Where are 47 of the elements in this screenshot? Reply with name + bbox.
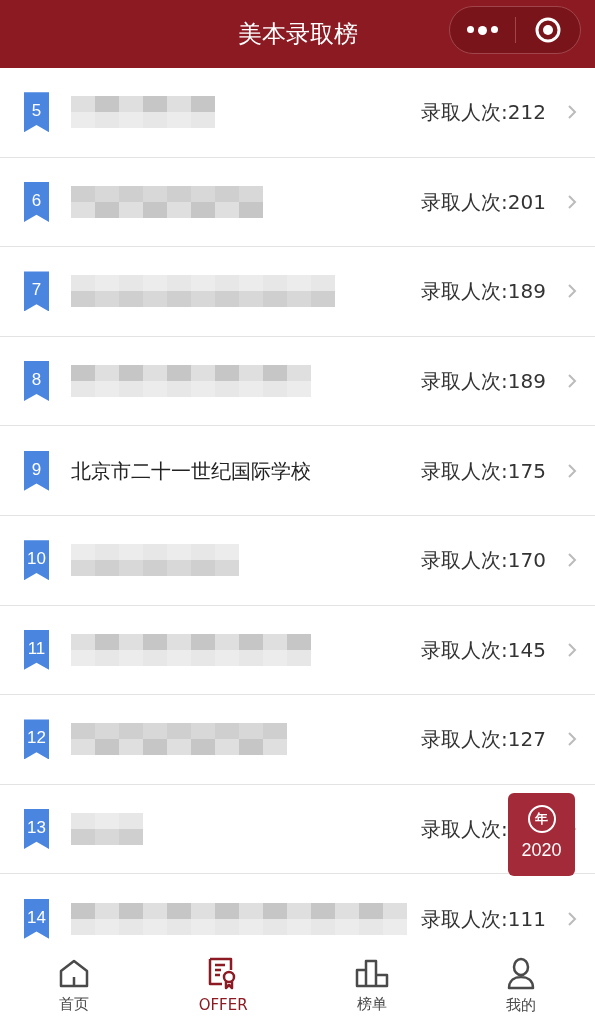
- chevron-right-icon: [567, 193, 577, 210]
- chevron-right-icon: [567, 104, 577, 121]
- chevron-right-icon: [567, 373, 577, 390]
- chevron-right-icon: [567, 552, 577, 569]
- rank-ribbon: 10: [24, 540, 49, 581]
- ranking-row[interactable]: 12 录取人次:127: [0, 695, 595, 785]
- admission-count: 录取人次:: [421, 816, 508, 844]
- chevron-right-icon: [567, 283, 577, 300]
- admission-count: 录取人次:189: [421, 368, 546, 396]
- ranking-row[interactable]: 7 录取人次:189: [0, 247, 595, 337]
- admission-count: 录取人次:175: [421, 457, 546, 485]
- tab[interactable]: 我的: [446, 955, 595, 1017]
- admission-count: 录取人次:170: [421, 547, 546, 575]
- rank-ribbon: 6: [24, 181, 49, 222]
- admission-count: 录取人次:201: [421, 188, 546, 216]
- admission-count: 录取人次:111: [421, 905, 546, 933]
- tab[interactable]: OFFER: [148, 955, 298, 1017]
- rank-ribbon: 8: [24, 361, 49, 402]
- rank-ribbon: 9: [24, 450, 49, 491]
- ranking-row[interactable]: 9 北京市二十一世纪国际学校 录取人次:175: [0, 426, 595, 516]
- ranking-row[interactable]: 10 录取人次:170: [0, 515, 595, 606]
- chevron-right-icon: [567, 910, 577, 927]
- ranking-row[interactable]: 11 录取人次:145: [0, 605, 595, 696]
- rank-ribbon: 11: [24, 629, 49, 670]
- school-name: 北京市二十一世纪国际学校: [71, 457, 311, 485]
- year-label: 2020: [521, 839, 562, 862]
- ranking-row[interactable]: 8 录取人次:189: [0, 336, 595, 427]
- chevron-right-icon: [567, 641, 577, 658]
- rank-ribbon: 13: [24, 809, 49, 850]
- ranking-row[interactable]: 5 录取人次:212: [0, 68, 595, 158]
- chevron-right-icon: [567, 462, 577, 479]
- rank-ribbon: 12: [24, 719, 49, 760]
- rank-ribbon: 14: [24, 898, 49, 939]
- blurred-name-drawing: [71, 813, 143, 846]
- year-icon: 年: [527, 805, 556, 833]
- rank-ribbon: 7: [24, 271, 49, 312]
- admission-count: 录取人次:212: [421, 99, 546, 127]
- year-badge[interactable]: 年 2020: [508, 793, 575, 876]
- admission-count: 录取人次:145: [421, 636, 546, 664]
- admission-count: 录取人次:127: [421, 726, 546, 754]
- page-title: 美本录取榜: [237, 19, 358, 50]
- chevron-right-icon: [567, 731, 577, 748]
- tab[interactable]: 首页: [0, 956, 149, 1016]
- ranking-row[interactable]: 6 录取人次:201: [0, 157, 595, 248]
- admission-count: 录取人次:189: [421, 278, 546, 306]
- rank-ribbon: 5: [24, 92, 49, 133]
- tab[interactable]: 榜单: [297, 956, 447, 1016]
